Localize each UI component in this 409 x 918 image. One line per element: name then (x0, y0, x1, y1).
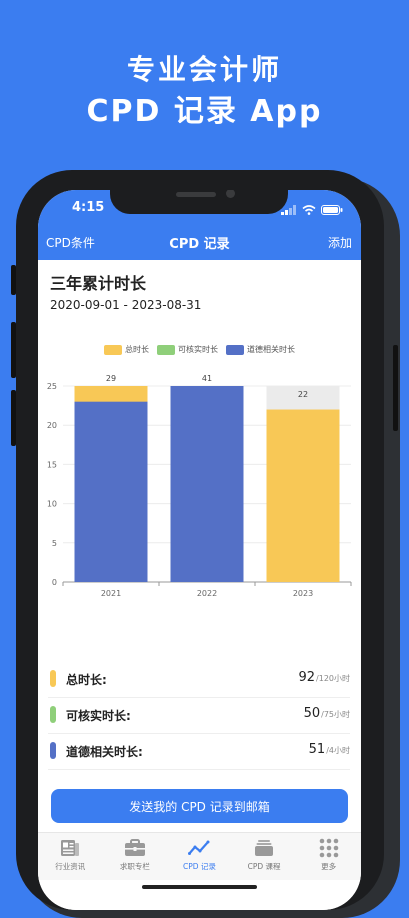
bar-total-label: 41 (202, 374, 212, 383)
y-tick-label: 15 (47, 460, 57, 469)
legend-swatch (104, 344, 122, 355)
summary-value: 51/4小时 (308, 742, 350, 757)
tab-job-column[interactable]: 求职专栏 (103, 833, 168, 881)
trend-line-icon (188, 838, 210, 858)
summary-color-bar (50, 742, 56, 759)
status-icons (281, 200, 343, 219)
summary-row-total: 总时长: 92/120小时 (48, 662, 350, 698)
main-content: 三年累计时长 2020-09-01 - 2023-08-31 总时长 可核实时长… (38, 260, 361, 832)
y-tick-label: 10 (47, 500, 57, 509)
summary-label: 总时长: (66, 673, 107, 687)
legend-item-verifiable[interactable]: 可核实时长 (157, 344, 218, 355)
tab-cpd-records[interactable]: CPD 记录 (167, 833, 232, 881)
y-tick-label: 0 (52, 578, 57, 587)
x-tick-label: 2023 (293, 589, 313, 598)
tab-label: CPD 记录 (183, 862, 216, 871)
legend-item-ethics[interactable]: 道德相关时长 (226, 344, 295, 355)
tab-cpd-courses[interactable]: CPD 课程 (232, 833, 297, 881)
camera-dot (226, 190, 235, 198)
phone-side-button-power (393, 345, 398, 431)
date-range: 2020-09-01 - 2023-08-31 (50, 298, 202, 312)
bar-total (266, 409, 340, 582)
bar-total-label: 29 (106, 374, 116, 383)
grid-dots-icon (319, 838, 339, 858)
tab-label: 求职专栏 (119, 862, 150, 871)
battery-icon (321, 200, 343, 219)
x-tick-label: 2022 (197, 589, 217, 598)
stacked-bar-chart: 0 5 10 15 20 25 29 2021 41 2022 22 2023 (47, 374, 352, 598)
legend-label: 道德相关时长 (247, 345, 295, 354)
summary-value: 92/120小时 (298, 670, 350, 685)
summary-list: 总时长: 92/120小时 可核实时长: 50/75小时 道德相关时长: 51/… (48, 662, 350, 770)
phone-side-button-volume-up (11, 322, 16, 378)
chart-legend: 总时长 可核实时长 道德相关时长 (38, 344, 361, 355)
status-time: 4:15 (72, 200, 105, 215)
phone-notch (110, 190, 288, 214)
speaker-grill (176, 192, 216, 197)
bar-total-label: 22 (298, 390, 308, 399)
tab-label: 更多 (321, 862, 337, 871)
promo-header: 专业会计师 CPD 记录 App (0, 50, 409, 134)
phone-side-button-mute (11, 265, 16, 295)
tab-label: CPD 课程 (247, 862, 281, 871)
briefcase-icon (124, 838, 146, 858)
legend-label: 可核实时长 (178, 345, 218, 354)
summary-label: 道德相关时长: (66, 745, 143, 759)
signal-icon (281, 200, 297, 219)
bar-ethics (170, 386, 244, 582)
page-title: CPD 记录 (169, 237, 230, 252)
bar-ethics (74, 401, 148, 582)
tab-industry-news[interactable]: 行业资讯 (38, 833, 103, 881)
stack-icon (254, 838, 274, 858)
legend-item-total[interactable]: 总时长 (104, 344, 149, 355)
y-tick-label: 5 (52, 539, 57, 548)
y-tick-label: 25 (47, 382, 57, 391)
tab-more[interactable]: 更多 (296, 833, 361, 881)
promo-line-1: 专业会计师 (126, 53, 282, 86)
phone-side-button-volume-down (11, 390, 16, 446)
y-tick-label: 20 (47, 421, 57, 430)
legend-swatch (157, 344, 175, 355)
top-bar: 4:15 CPD条件 CPD 记录 添加 (38, 190, 361, 260)
send-records-email-button[interactable]: 发送我的 CPD 记录到邮箱 (51, 789, 348, 823)
add-button[interactable]: 添加 (328, 234, 352, 251)
home-indicator (142, 885, 257, 889)
legend-label: 总时长 (125, 345, 149, 354)
summary-row-ethics: 道德相关时长: 51/4小时 (48, 734, 350, 770)
summary-color-bar (50, 670, 56, 687)
tab-bar: 行业资讯 求职专栏 CPD 记录 CPD 课程 更多 (38, 832, 361, 881)
app-screen: 4:15 CPD条件 CPD 记录 添加 三年累计时长 2020-09-01 -… (38, 190, 361, 910)
tab-label: 行业资讯 (55, 862, 86, 871)
wifi-icon (302, 200, 316, 219)
promo-line-2: CPD 记录 App (86, 94, 323, 129)
summary-color-bar (50, 706, 56, 723)
legend-swatch (226, 344, 244, 355)
section-title: 三年累计时长 (50, 274, 147, 293)
summary-value: 50/75小时 (303, 706, 350, 721)
x-tick-label: 2021 (101, 589, 121, 598)
newspaper-icon (60, 838, 80, 858)
summary-row-verifiable: 可核实时长: 50/75小时 (48, 698, 350, 734)
summary-label: 可核实时长: (66, 709, 131, 723)
